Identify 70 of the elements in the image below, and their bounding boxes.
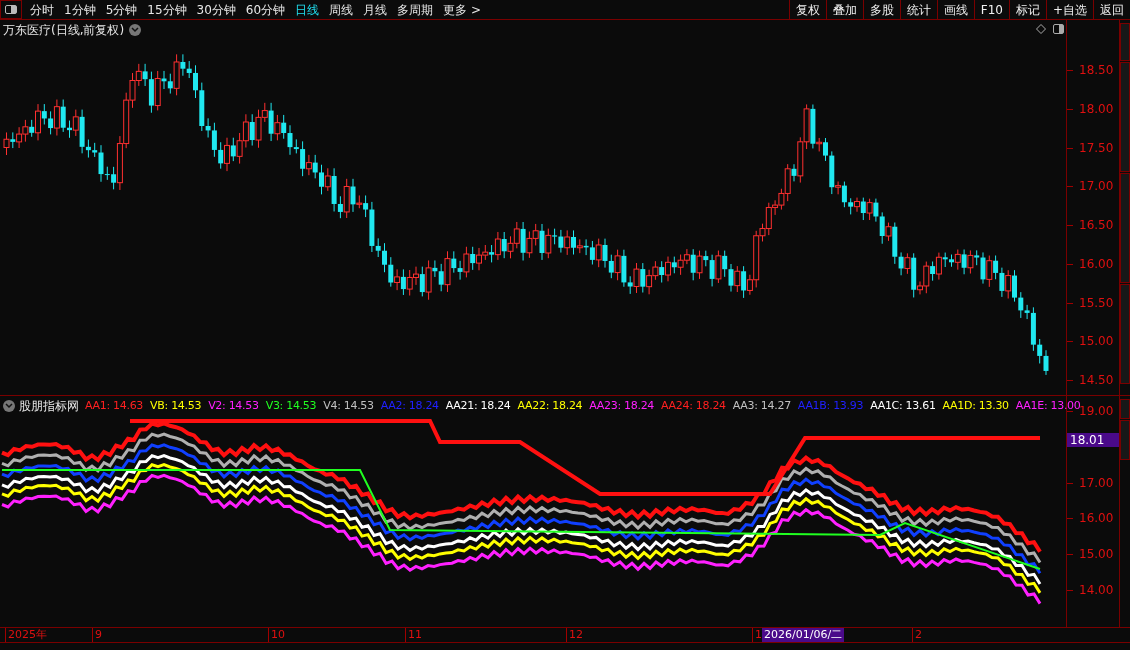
dropdown-chevron-icon[interactable]: [3, 400, 15, 412]
indicator-value: AA1: 14.63: [85, 397, 144, 414]
price-label: 14.50: [1079, 373, 1114, 387]
indicator-name: 股朋指标网: [19, 398, 79, 415]
toolbar-button[interactable]: 复权: [788, 0, 826, 19]
price-label: 17.00: [1079, 179, 1114, 194]
toolbar-button[interactable]: F10: [973, 0, 1009, 19]
panel-toggle-icon[interactable]: [1053, 24, 1064, 34]
period-tab[interactable]: 15分钟: [143, 0, 191, 19]
indicator-value: AA2: 18.24: [380, 397, 439, 414]
price-label: 14.00: [1079, 583, 1114, 597]
toolbar-button[interactable]: +自选: [1045, 0, 1093, 19]
price-label: 18.50: [1079, 63, 1114, 77]
price-label: 17.50: [1079, 140, 1114, 155]
panel-toggle-icon[interactable]: [5, 5, 17, 14]
indicator-value: V2: 14.53: [208, 397, 259, 414]
period-tab[interactable]: 5分钟: [101, 0, 142, 19]
indicator-value: AA23: 18.24: [589, 397, 655, 414]
period-tab[interactable]: 60分钟: [241, 0, 290, 19]
indicator-value: AA1E: 13.00: [1015, 397, 1081, 412]
period-tab[interactable]: 月线: [359, 0, 392, 19]
date-label: 9: [92, 628, 102, 642]
dropdown-chevron-icon[interactable]: [129, 24, 142, 36]
indicator-value: AA21: 18.24: [445, 397, 511, 414]
indicator-value: AA1C: 13.61: [870, 397, 936, 414]
price-label: 15.50: [1079, 295, 1114, 310]
period-tab[interactable]: 日线: [291, 0, 324, 19]
period-tab[interactable]: 1分钟: [60, 0, 100, 19]
indicator-value: AA22: 18.24: [517, 397, 583, 414]
indicator-value: V3: 14.53: [265, 397, 317, 414]
price-label: 16.50: [1079, 218, 1114, 232]
date-label: 10: [268, 628, 285, 642]
toolbar-button[interactable]: 叠加: [825, 0, 863, 19]
chart-title: 万东医疗(日线,前复权): [3, 22, 125, 39]
side-tab[interactable]: [1120, 62, 1130, 172]
date-label: 2: [912, 628, 922, 642]
price-label: 19.00: [1079, 404, 1114, 418]
price-label: 16.00: [1079, 256, 1114, 271]
side-tab[interactable]: [1120, 173, 1130, 283]
toolbar-button[interactable]: 多股: [862, 0, 900, 19]
period-tab[interactable]: 更多 >: [439, 0, 485, 19]
cursor-date-badge: 2026/01/06/二: [762, 628, 845, 642]
price-label: 15.00: [1079, 547, 1114, 562]
indicator-value: V4: 14.53: [323, 397, 374, 414]
toolbar-button[interactable]: 统计: [899, 0, 937, 19]
period-tab[interactable]: 周线: [325, 0, 358, 19]
price-label: 18.00: [1079, 101, 1114, 116]
current-value-badge: 18.01: [1067, 432, 1119, 447]
indicator-value: AA1D: 13.30: [942, 397, 1009, 414]
side-tab[interactable]: [1120, 284, 1130, 384]
period-tab[interactable]: 多周期: [393, 0, 438, 19]
price-label: 15.00: [1079, 334, 1114, 349]
diamond-icon[interactable]: [1036, 24, 1046, 34]
indicator-value: AA1B: 13.93: [797, 397, 864, 414]
indicator-value: AA3: 14.27: [732, 397, 791, 414]
period-tab[interactable]: 分时: [26, 0, 58, 19]
side-tab[interactable]: [1120, 399, 1130, 419]
price-label: 16.00: [1079, 511, 1114, 526]
toolbar-button[interactable]: 画线: [936, 0, 974, 19]
price-label: 17.00: [1079, 475, 1114, 490]
period-tab[interactable]: 30分钟: [192, 0, 240, 19]
side-tab[interactable]: [1120, 23, 1130, 61]
date-label: 12: [566, 628, 583, 642]
toolbar-button[interactable]: 标记: [1008, 0, 1046, 19]
side-tab[interactable]: [1120, 420, 1130, 460]
date-label: 2025年: [5, 628, 47, 642]
date-label: 11: [405, 628, 422, 642]
indicator-value: AA24: 18.24: [661, 397, 726, 414]
toolbar-button[interactable]: 返回: [1093, 0, 1130, 19]
indicator-value: VB: 14.53: [150, 397, 202, 414]
